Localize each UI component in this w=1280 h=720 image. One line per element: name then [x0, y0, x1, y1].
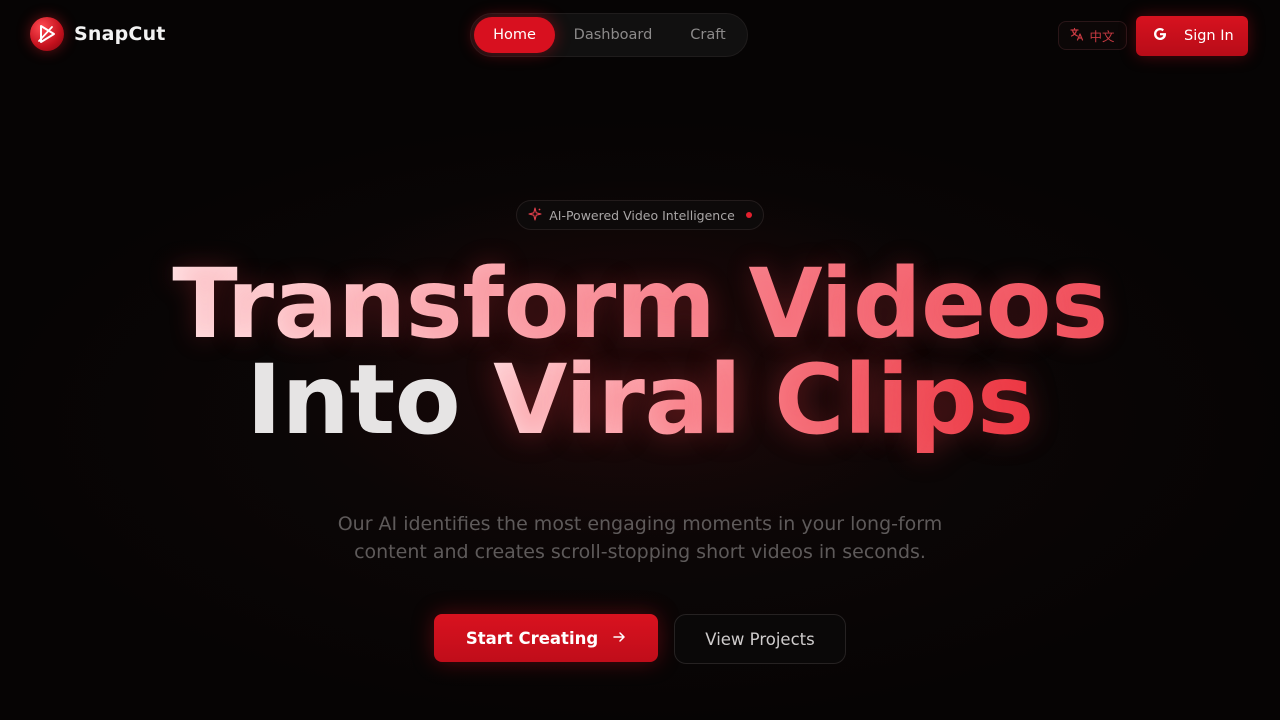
nav-item-dashboard[interactable]: Dashboard: [555, 17, 671, 53]
badge-label: AI-Powered Video Intelligence: [549, 207, 735, 223]
main-nav: Home Dashboard Craft: [470, 13, 748, 57]
start-creating-button[interactable]: Start Creating: [434, 614, 658, 662]
arrow-right-icon: [612, 629, 626, 648]
language-label: 中文: [1089, 29, 1115, 44]
language-toggle-button[interactable]: 中文: [1058, 21, 1127, 50]
brand-name: SnapCut: [74, 23, 166, 45]
subtitle-line-1: Our AI identifies the most engaging mome…: [337, 513, 943, 535]
sign-in-label: Sign In: [1184, 28, 1234, 44]
sign-in-button[interactable]: Sign In: [1136, 16, 1248, 56]
snapcut-logo-icon: [30, 17, 64, 51]
google-icon: [1152, 26, 1168, 46]
sparkle-icon: [528, 206, 542, 224]
headline-line-1: Transform Videos: [0, 256, 1280, 352]
translate-icon: [1070, 27, 1084, 44]
view-projects-button[interactable]: View Projects: [674, 614, 846, 664]
status-dot: [745, 212, 752, 218]
landing-page: SnapCut Home Dashboard Craft 中文 Sign In: [0, 0, 1280, 720]
nav-item-craft[interactable]: Craft: [671, 17, 745, 53]
start-creating-label: Start Creating: [465, 628, 599, 648]
headline-highlight: Viral Clips: [493, 344, 1034, 456]
hero-subtitle: Our AI identifies the most engaging mome…: [0, 510, 1280, 566]
subtitle-line-2: content and creates scroll-stopping shor…: [354, 541, 926, 563]
nav-item-home[interactable]: Home: [474, 17, 555, 53]
headline-plain-word: Into: [246, 344, 461, 456]
brand-logo[interactable]: SnapCut: [30, 17, 166, 51]
hero-headline: Transform Videos Into Viral Clips: [0, 256, 1280, 448]
headline-line-2: Into Viral Clips: [0, 352, 1280, 448]
ai-badge: AI-Powered Video Intelligence: [516, 200, 764, 230]
